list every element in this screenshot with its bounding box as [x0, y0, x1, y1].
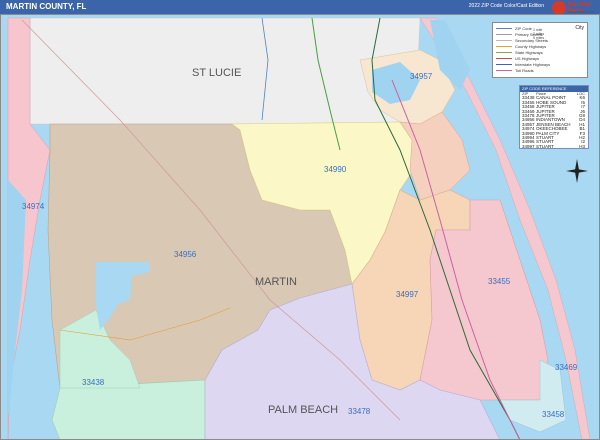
zip-label-33458: 33458 [542, 410, 565, 419]
loc-cell: H3 [579, 143, 585, 149]
compass-icon [566, 159, 588, 183]
zip-label-33455: 33455 [488, 277, 511, 286]
zip-label-33438: 33438 [82, 378, 105, 387]
legend-row: County Highways [496, 44, 586, 49]
legend-label: County Highways [515, 44, 547, 49]
map-edition: 2022 ZIP Code Color/Cast Edition [468, 3, 544, 9]
zip-label-34974: 34974 [22, 202, 45, 211]
zip-label-33469: 33469 [555, 363, 578, 372]
zip-33438-region [51, 379, 206, 440]
legend-label: Toll Roads [515, 68, 534, 73]
legend-label: State Highways [515, 50, 543, 55]
map-header: MARTIN COUNTY, FL 2022 ZIP Code Color/Ca… [0, 0, 600, 14]
zip-table-row: 34997 STUART H3 [520, 143, 588, 149]
legend-label: ZIP Code [515, 26, 532, 31]
scale-row: 5 miles [533, 36, 545, 40]
legend-scale: 1 mile 2 miles 5 miles [533, 28, 581, 40]
zip-table-rows: 33438 CANAL POINT K6 33455 HOBE SOUND I5 33458… [520, 95, 588, 149]
label-palm-beach: PALM BEACH [268, 404, 338, 416]
map-title: MARTIN COUNTY, FL [6, 2, 87, 11]
zip-code-table: ZIP CODE REFERENCE ZIP Place LOC 33438 CA… [519, 85, 589, 149]
logo-mark-icon [552, 1, 566, 15]
zip-label-34990: 34990 [324, 165, 347, 174]
zip-label-33478: 33478 [348, 407, 371, 416]
legend-label: US Highways [515, 56, 540, 61]
legend-row: US Highways [496, 56, 586, 61]
map-legend: City ZIP Code Primary Streets Secondary … [492, 22, 588, 78]
zip-label-34997: 34997 [396, 290, 419, 299]
legend-label: Interstate Highways [515, 62, 551, 67]
legend-row: Interstate Highways [496, 62, 586, 67]
legend-row: Toll Roads [496, 68, 586, 73]
zip-label-34957: 34957 [410, 72, 433, 81]
zip-cell: 34997 [522, 143, 535, 149]
legend-row: State Highways [496, 50, 586, 55]
label-martin: MARTIN [255, 276, 297, 288]
place-cell: STUART [536, 143, 554, 149]
zip-label-34956: 34956 [174, 250, 197, 259]
label-st-lucie: ST LUCIE [192, 67, 241, 79]
